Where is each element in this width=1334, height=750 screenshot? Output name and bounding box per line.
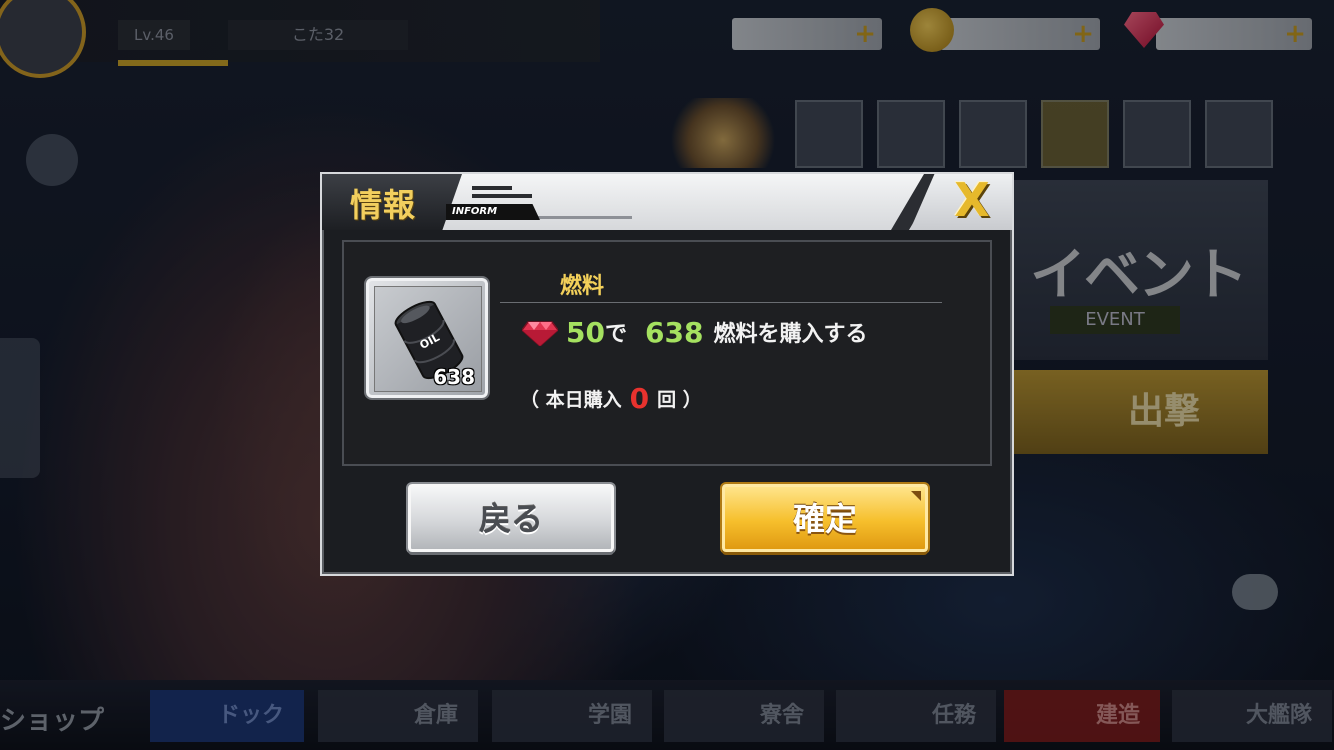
dialog-subtitle: INFORM [446,204,540,220]
daily-count-prefix: （ 本日購入 [520,389,622,411]
header-stripe [532,216,632,219]
daily-purchase-count: （ 本日購入 0 回 ） [520,382,702,415]
item-frame: OIL 638 [366,278,488,398]
item-quantity: 638 [433,365,475,389]
dialog-title: 情報 [350,186,417,224]
close-icon[interactable]: X [944,176,1000,224]
confirm-button[interactable]: 確定 [722,484,928,552]
item-background: OIL 638 [374,286,482,392]
gem-cost-value: 50 [566,315,605,349]
item-divider [500,302,942,303]
back-button[interactable]: 戻る [408,484,614,552]
purchase-dialog: 情報 INFORM X OIL 638 燃料 50 で 638 燃料を購入する … [320,172,1014,576]
confirm-corner-mark [911,491,921,501]
dialog-content: OIL 638 燃料 50 で 638 燃料を購入する （ 本日購入 0 回 ） [342,240,992,466]
cost-suffix: で [604,322,627,347]
purchase-text: 燃料を購入する [713,322,868,347]
header-stripe [472,194,532,198]
confirm-label: 確定 [792,500,857,538]
daily-count-suffix: 回 ） [657,389,702,411]
purchase-description: 50 で 638 燃料を購入する [522,312,867,352]
daily-count-value: 0 [629,382,650,415]
gem-cost-icon [522,321,558,346]
purchase-amount: 638 [644,315,704,349]
header-stripe [472,186,512,190]
dialog-header: 情報 INFORM X [322,174,1012,230]
item-name: 燃料 [560,274,605,299]
